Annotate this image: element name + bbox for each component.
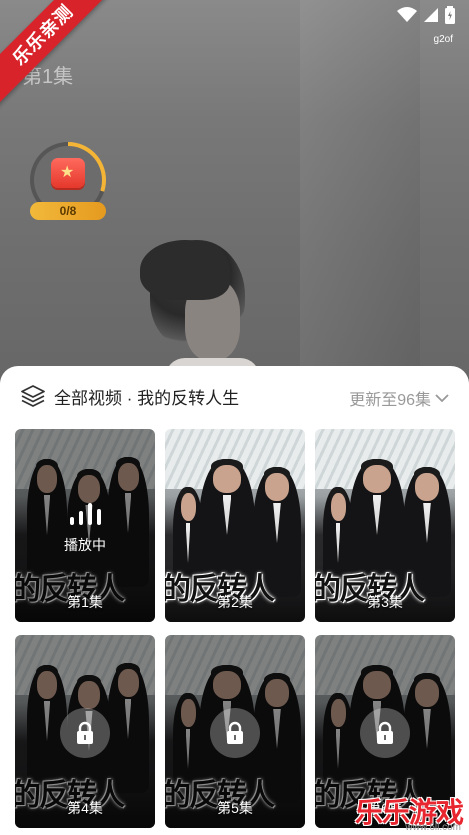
- reward-widget[interactable]: 0/8: [30, 142, 106, 220]
- episode-card-3[interactable]: 的反转人 第3集: [315, 429, 455, 622]
- layers-icon: [21, 385, 45, 407]
- reward-count: 0/8: [30, 202, 106, 220]
- lock-icon: [210, 708, 260, 758]
- episode-label: 第5集: [217, 800, 253, 816]
- chevron-down-icon: [435, 394, 449, 403]
- update-text: 更新至96集: [349, 392, 431, 409]
- gift-icon: [51, 158, 85, 188]
- episode-label: 第4集: [67, 800, 103, 816]
- update-dropdown[interactable]: 更新至96集: [349, 386, 449, 410]
- status-bar: [397, 6, 455, 24]
- episode-card-1[interactable]: 的反转人 播放中 第1集: [15, 429, 155, 622]
- episode-card-2[interactable]: 的反转人 第2集: [165, 429, 305, 622]
- lock-icon: [60, 708, 110, 758]
- lock-icon: [360, 708, 410, 758]
- episode-card-5[interactable]: 的反转人 第5集: [165, 635, 305, 828]
- status-carrier-text: g2of: [433, 34, 453, 45]
- episode-card-4[interactable]: 的反转人 第4集: [15, 635, 155, 828]
- playing-indicator: 播放中: [15, 501, 155, 555]
- episode-label: 第2集: [217, 594, 253, 610]
- background-door: [300, 0, 420, 400]
- battery-icon: [445, 6, 455, 24]
- episode-label: 第3集: [367, 594, 403, 610]
- episode-label: 第1集: [67, 594, 103, 610]
- sheet-header: 全部视频 · 我的反转人生 更新至96集: [20, 384, 449, 410]
- sheet-title: 全部视频 · 我的反转人生: [54, 388, 240, 408]
- playing-text: 播放中: [64, 537, 106, 553]
- equalizer-icon: [15, 501, 155, 525]
- signal-icon: [424, 8, 438, 22]
- episode-sheet: 全部视频 · 我的反转人生 更新至96集 的反转人 播放中 第1集 的反转人 第…: [0, 366, 469, 835]
- watermark-url: www.6ll.com: [405, 822, 461, 833]
- watermark: 乐乐游戏 www.6ll.com: [351, 793, 469, 835]
- wifi-icon: [397, 7, 417, 22]
